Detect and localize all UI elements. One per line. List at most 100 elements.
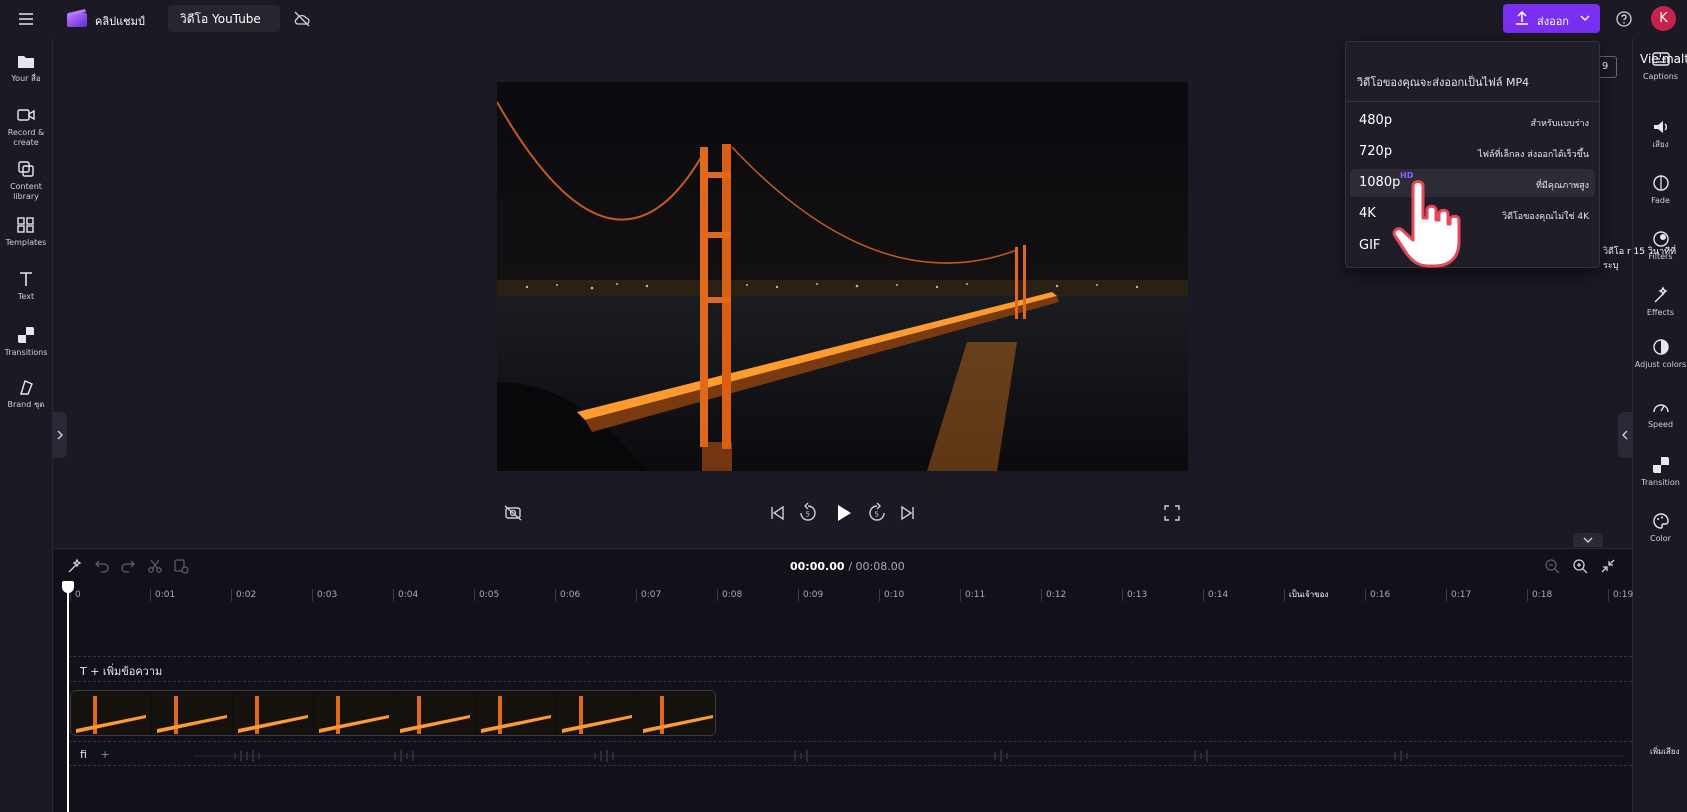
ruler-tick: 0:13: [1122, 589, 1147, 601]
rewind-5-icon[interactable]: 5: [797, 502, 819, 524]
export-option-480p[interactable]: 480p สำหรับแบบร่าง: [1350, 107, 1595, 135]
audio-track-label[interactable]: fi +: [80, 748, 110, 761]
export-option-1080p[interactable]: 1080p HD ที่มีคุณภาพสูง: [1350, 169, 1595, 197]
option-resolution: 720p: [1359, 144, 1393, 159]
ruler-tick: 0:09: [798, 589, 823, 601]
sidebar-item-label: Text: [17, 292, 35, 301]
right-panel-toggle[interactable]: [1618, 412, 1632, 458]
transition-icon: [1652, 457, 1669, 473]
ruler-tick: 0:03: [312, 589, 337, 601]
forward-5-icon[interactable]: 5: [866, 502, 888, 524]
fade-icon: [1652, 175, 1669, 191]
option-description: ที่มีคุณภาพสูง: [1535, 181, 1589, 191]
add-audio-label: เพิ่มเสียง: [1650, 747, 1680, 756]
transitions-icon: [18, 327, 34, 343]
sidebar-item-transition[interactable]: Transition: [1633, 456, 1687, 488]
export-option-gif[interactable]: GIF: [1350, 232, 1595, 260]
sidebar-item-color[interactable]: Color: [1633, 512, 1687, 544]
ruler-tick: 0:18: [1527, 589, 1552, 601]
sidebar-item-text[interactable]: Text: [0, 270, 52, 302]
sidebar-item-brand-kit[interactable]: Brand ชุด: [0, 378, 52, 410]
overflow-text-top: Vie'malty: [1640, 52, 1687, 66]
undo-icon[interactable]: [93, 557, 111, 575]
timecode: 00:00.00 / 00:08.00: [790, 560, 905, 573]
track-divider: [68, 656, 1632, 657]
playhead[interactable]: [67, 585, 69, 812]
redo-icon[interactable]: [119, 557, 137, 575]
sidebar-item-label: Record & create: [7, 128, 45, 147]
add-text-track[interactable]: T + เพิ่มข้อความ: [80, 662, 162, 680]
right-sidebar: Captions เสียง Fade Filters Effects Adju…: [1632, 38, 1687, 812]
export-menu-header: วิดีโอของคุณจะส่งออกเป็นไฟล์ MP4: [1357, 76, 1530, 89]
sidebar-item-templates[interactable]: Templates: [0, 216, 52, 248]
export-option-4k[interactable]: 4K วิดีโอของคุณไม่ใช่ 4K: [1350, 200, 1595, 228]
chevron-left-icon: [1622, 430, 1628, 440]
sidebar-item-label: Adjust colors: [1634, 360, 1687, 369]
track-divider: [68, 741, 1632, 742]
sidebar-item-audio[interactable]: เสียง: [1633, 118, 1687, 150]
export-option-720p[interactable]: 720p ไฟล์ที่เล็กลง ส่งออกได้เร็วขึ้น: [1350, 138, 1595, 166]
zoom-out-icon[interactable]: [1543, 557, 1561, 575]
brand-kit-icon: [20, 380, 33, 395]
color-icon: [1652, 513, 1669, 529]
sidebar-item-label: Brand ชุด: [7, 400, 45, 409]
left-panel-toggle[interactable]: [53, 412, 67, 458]
sidebar-item-effects[interactable]: Effects: [1633, 286, 1687, 318]
sidebar-item-transitions[interactable]: Transitions: [0, 326, 52, 358]
ruler-tick: 0:06: [555, 589, 580, 601]
export-button[interactable]: ส่งออก: [1503, 4, 1600, 33]
play-icon[interactable]: [832, 502, 854, 524]
text-icon: [20, 272, 32, 286]
user-avatar[interactable]: K: [1651, 6, 1676, 31]
ruler-tick: 0:02: [231, 589, 256, 601]
menu-icon[interactable]: [16, 9, 36, 29]
track-divider: [68, 681, 1632, 682]
magic-icon[interactable]: [66, 557, 84, 575]
left-sidebar: Your สื่อ Record & create Content librar…: [0, 38, 53, 812]
help-icon[interactable]: [1614, 9, 1634, 29]
effects-icon: [1654, 286, 1668, 303]
zoom-in-icon[interactable]: [1571, 557, 1589, 575]
sidebar-item-label: Your สื่อ: [11, 74, 41, 83]
menu-divider: [1346, 101, 1599, 102]
collapse-timeline-button[interactable]: [1573, 533, 1603, 547]
sidebar-item-content-library[interactable]: Content library: [0, 160, 52, 202]
project-title-input[interactable]: วิดีโอ YouTube: [168, 5, 280, 32]
ruler-tick: 0:10: [879, 589, 904, 601]
filters-tooltip-text: วิดีโอ r 15 วินาทีที่ระบุ: [1603, 247, 1676, 271]
fit-timeline-icon[interactable]: [1599, 557, 1617, 575]
ruler-tick: 0:05: [474, 589, 499, 601]
duplicate-icon[interactable]: [172, 557, 190, 575]
speed-icon: [1652, 404, 1669, 413]
add-audio-button[interactable]: +: [100, 748, 109, 761]
sidebar-item-adjust-colors[interactable]: Adjust colors: [1633, 338, 1687, 370]
timeline-toolbar: 00:00.00 / 00:08.00: [54, 549, 1632, 583]
option-resolution: 4K: [1359, 206, 1376, 221]
thumbnail-frames: [71, 691, 715, 735]
sidebar-item-fade[interactable]: Fade: [1633, 174, 1687, 206]
time-ruler[interactable]: 0 0:01 0:02 0:03 0:04 0:05 0:06 0:07 0:0…: [54, 585, 1633, 609]
ruler-tick: 0:16: [1365, 589, 1390, 601]
sidebar-item-your-media[interactable]: Your สื่อ: [0, 52, 52, 84]
sidebar-item-label: Templates: [5, 238, 47, 247]
audio-icon: [1653, 121, 1667, 133]
ruler-tick: 0:11: [960, 589, 985, 601]
sidebar-item-label: Color: [1650, 534, 1671, 543]
chevron-down-icon: [1583, 537, 1593, 543]
camera-off-icon[interactable]: [502, 502, 524, 524]
skip-back-icon[interactable]: [766, 502, 788, 524]
current-time: 00:00.00: [790, 560, 845, 573]
cloud-off-icon[interactable]: [292, 9, 312, 29]
sidebar-item-record-create[interactable]: Record & create: [0, 106, 52, 148]
export-quality-menu: วิดีโอของคุณจะส่งออกเป็นไฟล์ MP4 480p สำ…: [1345, 41, 1600, 268]
sidebar-item-speed[interactable]: Speed: [1633, 398, 1687, 430]
adjust-colors-icon: [1652, 339, 1669, 355]
option-description: วิดีโอของคุณไม่ใช่ 4K: [1502, 212, 1589, 222]
sidebar-item-label: Transition: [1641, 478, 1680, 487]
fullscreen-icon[interactable]: [1161, 502, 1183, 524]
video-preview[interactable]: [497, 82, 1188, 471]
export-label: ส่งออก: [1537, 15, 1569, 28]
skip-forward-icon[interactable]: [897, 502, 919, 524]
video-clip[interactable]: [70, 690, 716, 736]
scissors-icon[interactable]: [146, 557, 164, 575]
